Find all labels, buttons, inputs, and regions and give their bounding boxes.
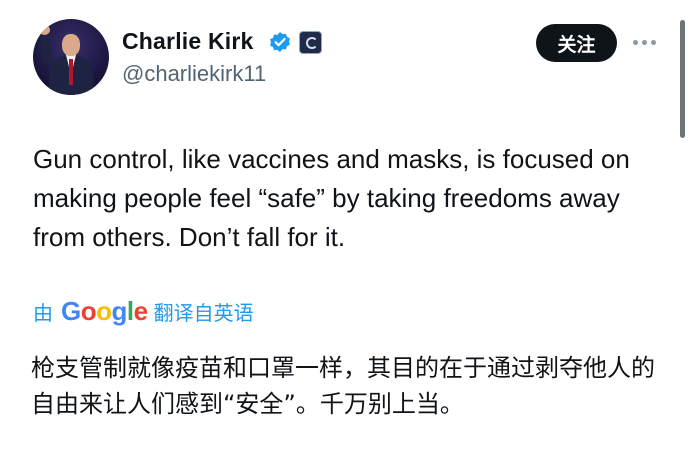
tweet-text: Gun control, like vaccines and masks, is…	[33, 144, 630, 252]
tweet-header: Charlie Kirk @charliekirk11 关注	[0, 0, 690, 138]
display-name[interactable]: Charlie Kirk	[122, 28, 254, 55]
scrollbar[interactable]	[680, 20, 685, 138]
more-dot	[633, 39, 638, 45]
google-letter: g	[111, 295, 128, 326]
more-dot	[651, 39, 656, 45]
google-letter: e	[133, 295, 148, 326]
avatar[interactable]	[33, 19, 109, 95]
avatar-hand	[39, 25, 50, 35]
more-options-icon[interactable]	[633, 34, 657, 50]
avatar-tie	[69, 59, 73, 85]
affiliation-badge-icon[interactable]	[299, 31, 322, 54]
follow-button[interactable]: 关注	[536, 24, 617, 62]
google-letter: G	[61, 295, 81, 326]
user-handle[interactable]: @charliekirk11	[122, 61, 266, 87]
translated-text: 枪支管制就像疫苗和口罩一样，其目的在于通过剥夺他人的自由来让人们感到“安全”。千…	[31, 354, 655, 418]
verified-badge-icon	[270, 32, 290, 52]
google-logo: Google	[61, 296, 148, 327]
avatar-head	[62, 34, 80, 56]
translation-attribution[interactable]: 由 Google 翻译自英语	[33, 296, 254, 326]
google-letter: l	[126, 295, 134, 326]
google-letter: o	[80, 295, 97, 326]
more-dot	[642, 39, 647, 45]
translation-prefix: 由	[33, 302, 53, 325]
google-letter: o	[96, 295, 112, 326]
translation-source-label: 翻译自英语	[153, 302, 254, 325]
